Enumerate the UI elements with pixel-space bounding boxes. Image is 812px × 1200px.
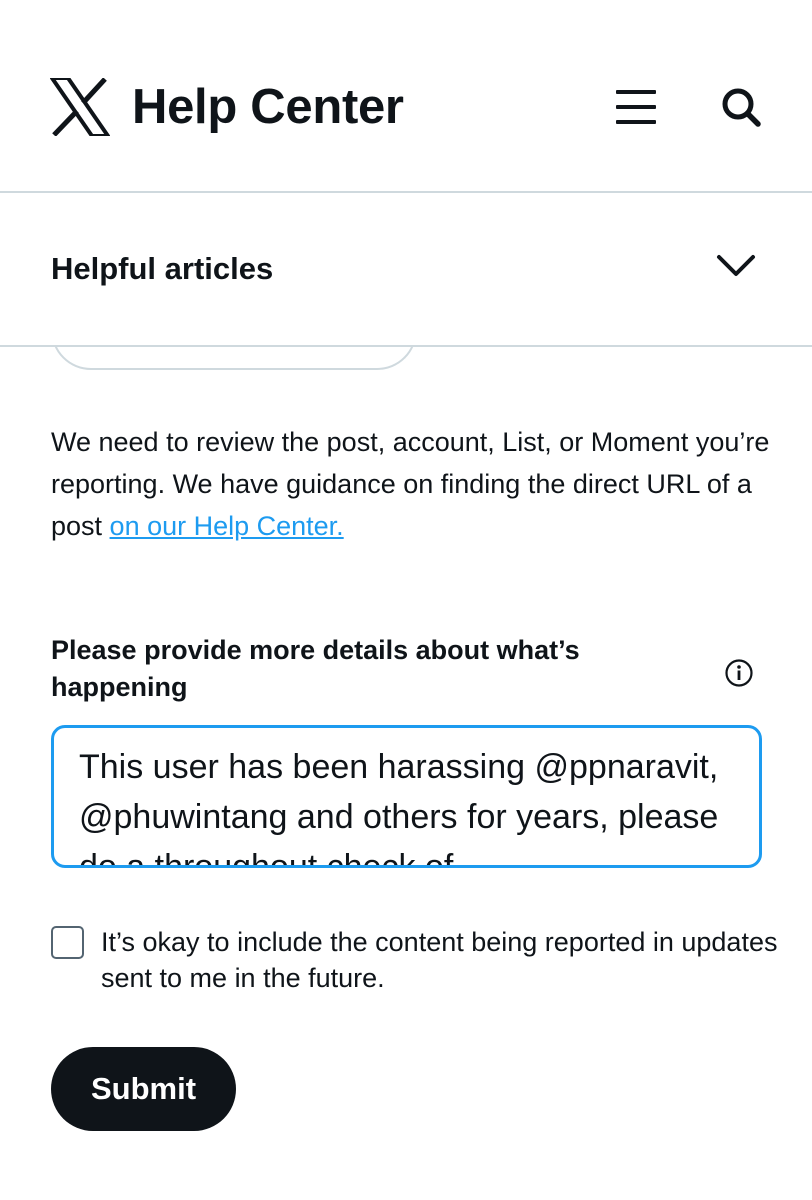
chevron-down-icon (717, 255, 755, 276)
consent-label[interactable]: It’s okay to include the content being r… (101, 924, 781, 996)
search-icon (722, 88, 761, 127)
help-center-link[interactable]: on our Help Center. (110, 511, 344, 541)
accordion-title: Helpful articles (51, 251, 274, 286)
search-button[interactable] (718, 84, 764, 130)
consent-checkbox[interactable] (51, 926, 84, 959)
details-label: Please provide more details about what’s… (51, 635, 580, 702)
site-title[interactable]: Help Center (132, 78, 404, 136)
menu-button[interactable] (612, 86, 660, 128)
x-logo-icon[interactable] (50, 78, 110, 136)
consent-row: It’s okay to include the content being r… (51, 924, 777, 1004)
details-textarea[interactable]: This user has been harassing @ppnaravit,… (51, 725, 762, 868)
info-paragraph: We need to review the post, account, Lis… (51, 421, 781, 547)
site-header: Help Center (0, 0, 812, 193)
helpful-articles-accordion[interactable]: Helpful articles (0, 195, 812, 347)
help-center-report-page: Help Center Helpful articles We need to … (0, 0, 812, 1200)
info-icon[interactable] (724, 658, 754, 688)
submit-button[interactable]: Submit (51, 1047, 236, 1131)
